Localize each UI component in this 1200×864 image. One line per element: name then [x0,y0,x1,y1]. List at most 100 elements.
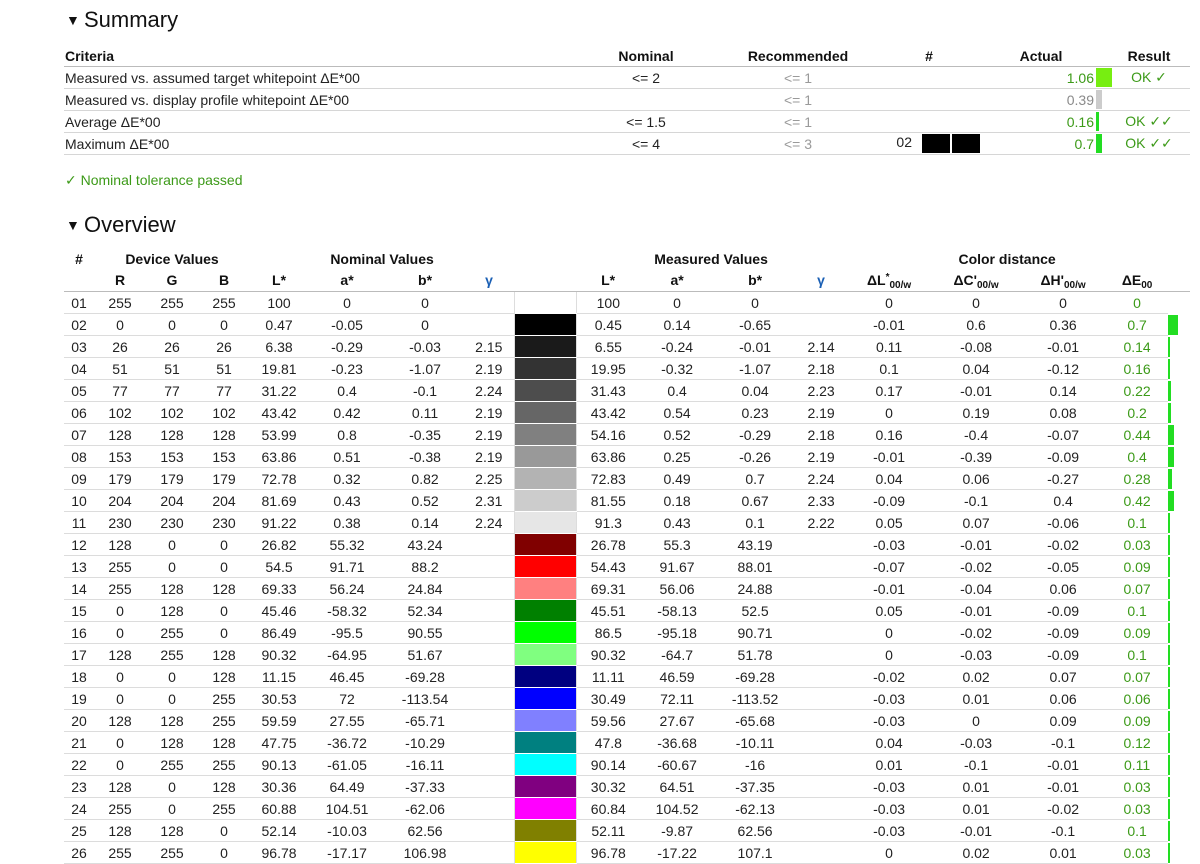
row-number: 23 [64,775,94,798]
delta-h: 0.06 [1020,577,1107,600]
nominal-l: 90.32 [250,643,309,666]
nominal-b: 43.24 [386,533,465,556]
nominal-b: -65.71 [386,709,465,732]
delta-e-bar-cell [1168,336,1190,358]
nominal-gamma: 2.19 [464,401,515,424]
measured-a: 55.3 [640,533,715,556]
summary-actual-value: 0.39 [1066,91,1094,108]
row-number: 04 [64,357,94,380]
device-r: 77 [94,379,146,402]
nominal-b: -0.03 [386,335,465,358]
device-g: 230 [146,511,198,534]
nominal-a: 104.51 [308,797,387,820]
nominal-gamma [464,555,515,578]
measured-l: 63.86 [576,445,641,468]
delta-c: 0.02 [932,665,1021,688]
nominal-a: 91.71 [308,555,387,578]
summary-actual-value: 0.16 [1066,113,1094,130]
table-row: 25 128 128 0 52.14 -10.03 62.56 52.11 -9.87 62.56… [64,819,1190,842]
delta-c: -0.03 [932,731,1021,754]
delta-c: 0.19 [932,401,1021,424]
measured-b: -37.35 [714,775,797,798]
measured-a: 64.51 [640,775,715,798]
delta-l: -0.03 [846,533,933,556]
delta-h: -0.09 [1020,445,1107,468]
summary-result: OK ✓✓ [1108,110,1190,133]
nominal-l: 81.69 [250,489,309,512]
row-number: 10 [64,489,94,512]
summary-hash [878,110,988,133]
device-g: 255 [146,291,198,314]
measured-l: 91.3 [576,511,641,534]
table-row: 20 128 128 255 59.59 27.55 -65.71 59.56 27.67 -65… [64,709,1190,732]
summary-col-actual: Actual [988,45,1108,67]
summary-row: Measured vs. assumed target whitepoint Δ… [64,66,1190,89]
nominal-a: 72 [308,687,387,710]
tolerance-message: ✓ Nominal tolerance passed [65,172,243,188]
delta-h: -0.1 [1020,731,1107,754]
measured-b: -16 [714,753,797,776]
overview-title: Overview [84,212,176,237]
delta-e-bar [1168,314,1179,335]
device-b: 230 [198,511,251,534]
nominal-l: 52.14 [250,819,309,842]
device-r: 255 [94,291,146,314]
row-number: 16 [64,621,94,644]
delta-c: -0.04 [932,577,1021,600]
nominal-l: 31.22 [250,379,309,402]
delta-h: 0.36 [1020,313,1107,336]
table-row: 22 0 255 255 90.13 -61.05 -16.11 90.14 -60.67 -16… [64,753,1190,776]
table-row: 07 128 128 128 53.99 0.8 -0.35 2.19 54.16 0.52 -0.… [64,423,1190,446]
delta-e: 0.42 [1106,489,1169,512]
device-b: 255 [198,753,251,776]
row-number: 17 [64,643,94,666]
measured-gamma: 2.22 [796,511,847,534]
summary-heading[interactable]: ▼ Summary [66,7,178,33]
delta-e: 0.12 [1106,731,1169,754]
delta-c: 0.07 [932,511,1021,534]
overview-group-measured: Measured Values [654,251,768,267]
device-r: 128 [94,709,146,732]
measured-b: 0.23 [714,401,797,424]
delta-c: -0.03 [932,643,1021,666]
measured-gamma [796,643,847,666]
row-number: 14 [64,577,94,600]
nominal-gamma [464,753,515,776]
row-number: 19 [64,687,94,710]
row-number: 21 [64,731,94,754]
measured-l: 54.43 [576,555,641,578]
device-g: 26 [146,335,198,358]
measured-b: 0.1 [714,511,797,534]
summary-hash [878,66,988,89]
overview-heading[interactable]: ▼ Overview [66,212,176,238]
delta-e: 0.14 [1106,335,1169,358]
device-b: 0 [198,819,251,842]
delta-c: -0.08 [932,335,1021,358]
device-g: 255 [146,643,198,666]
measured-l: 26.78 [576,533,641,556]
measured-b: 0.7 [714,467,797,490]
delta-e: 0.7 [1106,313,1169,336]
color-swatch [513,577,577,600]
table-row: 04 51 51 51 19.81 -0.23 -1.07 2.19 19.95 -0.32 -1.… [64,357,1190,380]
measured-b: 90.71 [714,621,797,644]
device-r: 230 [94,511,146,534]
measured-a: -58.13 [640,599,715,622]
color-swatch [513,533,577,556]
device-g: 0 [146,313,198,336]
nominal-a: -95.5 [308,621,387,644]
collapse-caret-icon[interactable]: ▼ [66,7,84,33]
summary-result [1108,88,1190,111]
summary-criteria: Measured vs. display profile whitepoint … [64,88,574,111]
delta-c: -0.1 [932,753,1021,776]
delta-l: 0.17 [846,379,933,402]
delta-c: -0.01 [932,599,1021,622]
delta-c: 0.02 [932,841,1021,864]
device-g: 128 [146,731,198,754]
delta-l: 0.05 [846,599,933,622]
delta-h: -0.12 [1020,357,1107,380]
measured-b: 0.04 [714,379,797,402]
measured-l: 59.56 [576,709,641,732]
nominal-l: 45.46 [250,599,309,622]
collapse-caret-icon[interactable]: ▼ [66,212,84,238]
